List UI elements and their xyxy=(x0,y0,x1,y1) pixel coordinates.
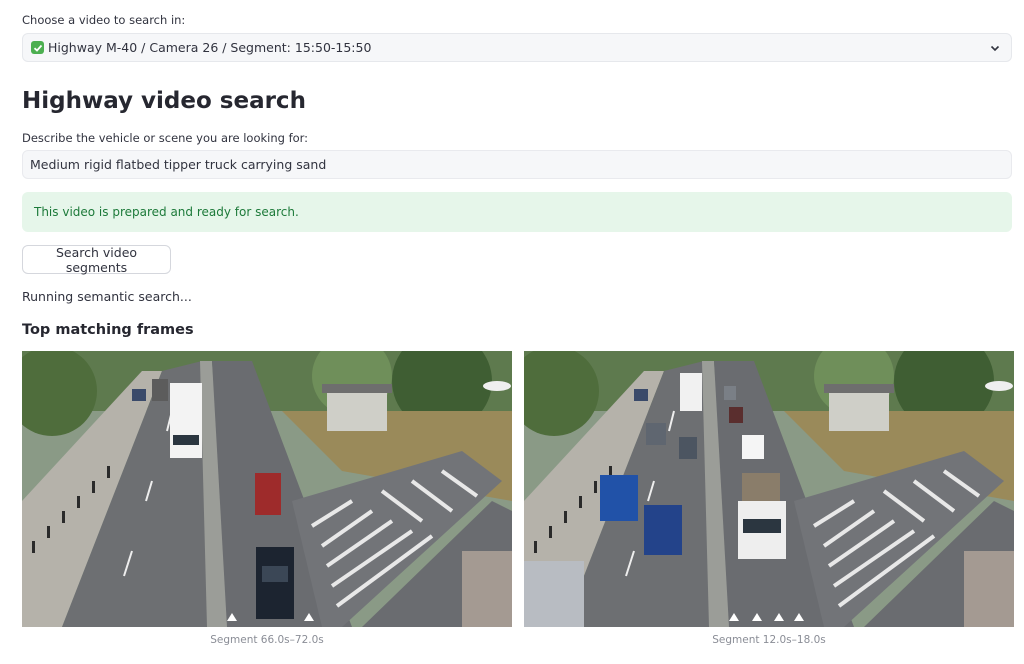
query-input[interactable] xyxy=(22,150,1012,179)
result-frame-1-caption: Segment 66.0s–72.0s xyxy=(210,634,324,646)
check-icon xyxy=(31,41,44,54)
ready-alert: This video is prepared and ready for sea… xyxy=(22,192,1012,232)
video-select-label: Choose a video to search in: xyxy=(22,13,186,27)
ready-alert-text: This video is prepared and ready for sea… xyxy=(34,205,299,219)
search-button[interactable]: Search video segments xyxy=(22,245,171,275)
result-frame-2-image xyxy=(524,351,1014,627)
video-select[interactable]: Highway M-40 / Camera 26 / Segment: 15:5… xyxy=(22,33,1012,62)
result-frame-2-caption: Segment 12.0s–18.0s xyxy=(712,634,826,646)
search-status: Running semantic search... xyxy=(22,289,192,304)
result-frame-1-image xyxy=(22,351,512,627)
query-label: Describe the vehicle or scene you are lo… xyxy=(22,131,309,145)
page-title: Highway video search xyxy=(22,88,306,114)
result-frame-1[interactable] xyxy=(22,351,512,627)
chevron-down-icon xyxy=(990,45,1000,52)
results-heading: Top matching frames xyxy=(22,322,194,338)
video-select-value: Highway M-40 / Camera 26 / Segment: 15:5… xyxy=(48,40,372,55)
result-frame-2[interactable] xyxy=(524,351,1014,627)
